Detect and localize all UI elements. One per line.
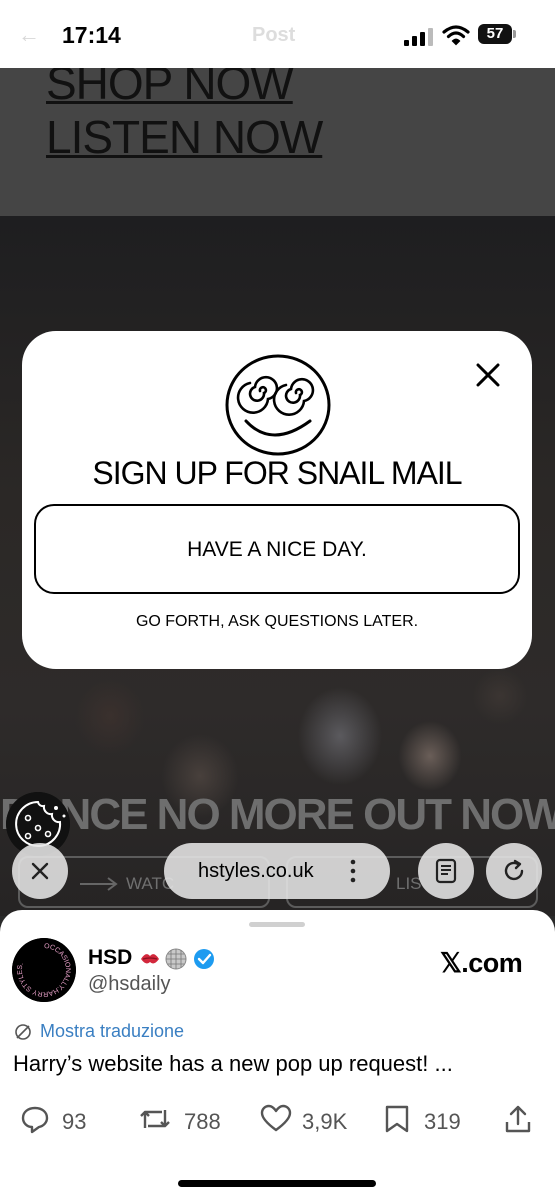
battery-level: 57 bbox=[478, 24, 512, 44]
close-tab-button[interactable] bbox=[12, 843, 68, 899]
ghost-title: Post bbox=[252, 24, 296, 46]
listen-now-link[interactable]: LISTEN NOW bbox=[46, 114, 323, 160]
share-icon bbox=[505, 1105, 531, 1133]
dance-no-more-banner: DANCE NO MORE OUT NOW bbox=[0, 790, 555, 839]
document-icon bbox=[435, 858, 457, 884]
author-handle[interactable]: @hsdaily bbox=[88, 973, 171, 996]
sheet-grabber[interactable] bbox=[249, 922, 305, 927]
tweet-text: Harry’s website has a new pop up request… bbox=[13, 1051, 453, 1076]
like-count: 3,9K bbox=[302, 1109, 348, 1134]
close-icon[interactable] bbox=[474, 361, 502, 389]
status-time: 17:14 bbox=[62, 22, 121, 48]
cellular-signal-icon bbox=[404, 28, 433, 46]
signup-popup: SIGN UP FOR SNAIL MAIL HAVE A NICE DAY. … bbox=[22, 331, 532, 669]
reload-button[interactable] bbox=[486, 843, 542, 899]
wifi-icon bbox=[442, 25, 470, 46]
reply-count: 93 bbox=[62, 1109, 87, 1134]
translate-icon bbox=[15, 1024, 31, 1040]
spiral-eyes-smiley-icon bbox=[225, 354, 331, 456]
bookmark-count: 319 bbox=[424, 1109, 461, 1134]
heart-icon bbox=[260, 1104, 292, 1132]
tweet-card: OCCASIONALLY.HARRY STYLES. HSD @hsdaily … bbox=[0, 910, 555, 1200]
shop-now-link[interactable]: SHOP NOW bbox=[46, 68, 294, 106]
status-bar: ← 17:14 Post 57 bbox=[0, 0, 555, 68]
show-translation-link[interactable]: Mostra traduzione bbox=[40, 1021, 184, 1042]
home-indicator[interactable] bbox=[178, 1180, 376, 1187]
bookmark-icon bbox=[385, 1105, 409, 1133]
address-bar[interactable]: hstyles.co.uk bbox=[164, 843, 390, 899]
x-com-logo[interactable]: 𝕏.com bbox=[440, 948, 523, 979]
author-name[interactable]: HSD bbox=[88, 946, 132, 970]
go-forth-link[interactable]: GO FORTH, ASK QUESTIONS LATER. bbox=[22, 613, 532, 631]
url-text: hstyles.co.uk bbox=[198, 860, 314, 882]
battery-icon: 57 bbox=[478, 24, 518, 46]
retweet-icon bbox=[140, 1110, 170, 1128]
name-emoji-icons bbox=[141, 948, 214, 970]
back-arrow-ghost: ← bbox=[18, 22, 40, 47]
have-a-nice-day-label: HAVE A NICE DAY. bbox=[187, 538, 367, 561]
reply-icon bbox=[21, 1106, 49, 1134]
popup-title: SIGN UP FOR SNAIL MAIL bbox=[92, 455, 462, 491]
reader-mode-button[interactable] bbox=[418, 843, 474, 899]
retweet-count: 788 bbox=[184, 1109, 221, 1134]
close-icon bbox=[31, 862, 49, 880]
reload-icon bbox=[504, 859, 524, 881]
more-options-icon[interactable] bbox=[350, 857, 356, 885]
avatar[interactable]: OCCASIONALLY.HARRY STYLES. bbox=[12, 938, 76, 1002]
arrow-right-icon bbox=[80, 877, 118, 891]
site-header-banner: SHOP NOW LISTEN NOW bbox=[0, 68, 555, 216]
have-a-nice-day-button[interactable]: HAVE A NICE DAY. bbox=[34, 504, 520, 594]
